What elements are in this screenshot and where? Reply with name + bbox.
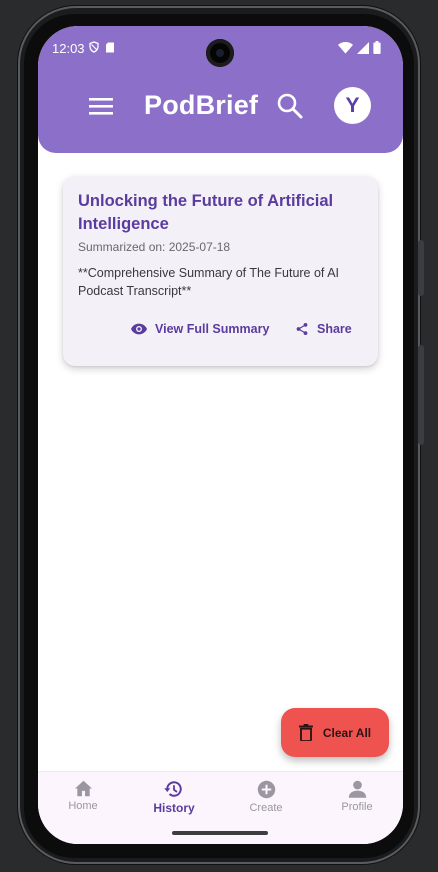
home-icon — [74, 780, 92, 797]
search-button[interactable] — [276, 92, 304, 120]
app-header: 12:03 PodBrief Y — [38, 26, 403, 153]
share-label: Share — [317, 322, 352, 336]
home-indicator — [172, 831, 268, 835]
history-icon — [164, 781, 182, 797]
share-button[interactable]: Share — [295, 322, 352, 336]
sd-card-icon — [106, 42, 114, 52]
history-card[interactable]: Unlocking the Future of Artificial Intel… — [63, 176, 378, 366]
shield-icon — [89, 41, 99, 53]
volume-button — [418, 240, 424, 296]
nav-history-label: History — [153, 801, 195, 815]
status-time: 12:03 — [52, 41, 85, 56]
nav-create[interactable]: Create — [231, 780, 301, 814]
app-screen: 12:03 PodBrief Y Unlocking the Future of… — [38, 26, 403, 844]
view-full-summary-button[interactable]: View Full Summary — [131, 322, 269, 336]
summary-snippet: **Comprehensive Summary of The Future of… — [78, 266, 339, 298]
trash-icon — [298, 724, 313, 741]
nav-profile[interactable]: Profile — [322, 780, 392, 813]
add-circle-icon — [257, 780, 275, 799]
app-bar: PodBrief Y — [38, 82, 403, 132]
menu-icon — [89, 98, 113, 115]
power-button — [418, 345, 424, 445]
status-bar: 12:03 — [38, 26, 403, 70]
battery-icon — [373, 41, 381, 54]
share-icon — [296, 323, 308, 335]
nav-profile-label: Profile — [341, 801, 373, 813]
menu-button[interactable] — [88, 94, 114, 118]
camera-cutout — [206, 39, 234, 67]
signal-icon — [357, 41, 369, 54]
nav-history[interactable]: History — [139, 780, 209, 815]
avatar[interactable]: Y — [334, 87, 371, 124]
person-icon — [348, 780, 366, 798]
summary-title: Unlocking the Future of Artificial Intel… — [78, 192, 334, 233]
nav-home[interactable]: Home — [48, 780, 118, 812]
clear-all-button[interactable]: Clear All — [281, 708, 389, 757]
wifi-icon — [338, 41, 353, 54]
summary-date: Summarized on: 2025-07-18 — [78, 240, 231, 254]
clear-all-label: Clear All — [322, 725, 372, 740]
card-actions: View Full Summary Share — [63, 322, 378, 342]
eye-icon — [131, 323, 147, 335]
nav-home-label: Home — [68, 800, 98, 812]
app-title: PodBrief — [144, 90, 259, 120]
status-icons-left — [88, 41, 115, 53]
status-icons-right — [338, 41, 381, 54]
view-full-summary-label: View Full Summary — [155, 322, 270, 336]
search-icon — [277, 93, 303, 119]
nav-create-label: Create — [249, 802, 283, 814]
